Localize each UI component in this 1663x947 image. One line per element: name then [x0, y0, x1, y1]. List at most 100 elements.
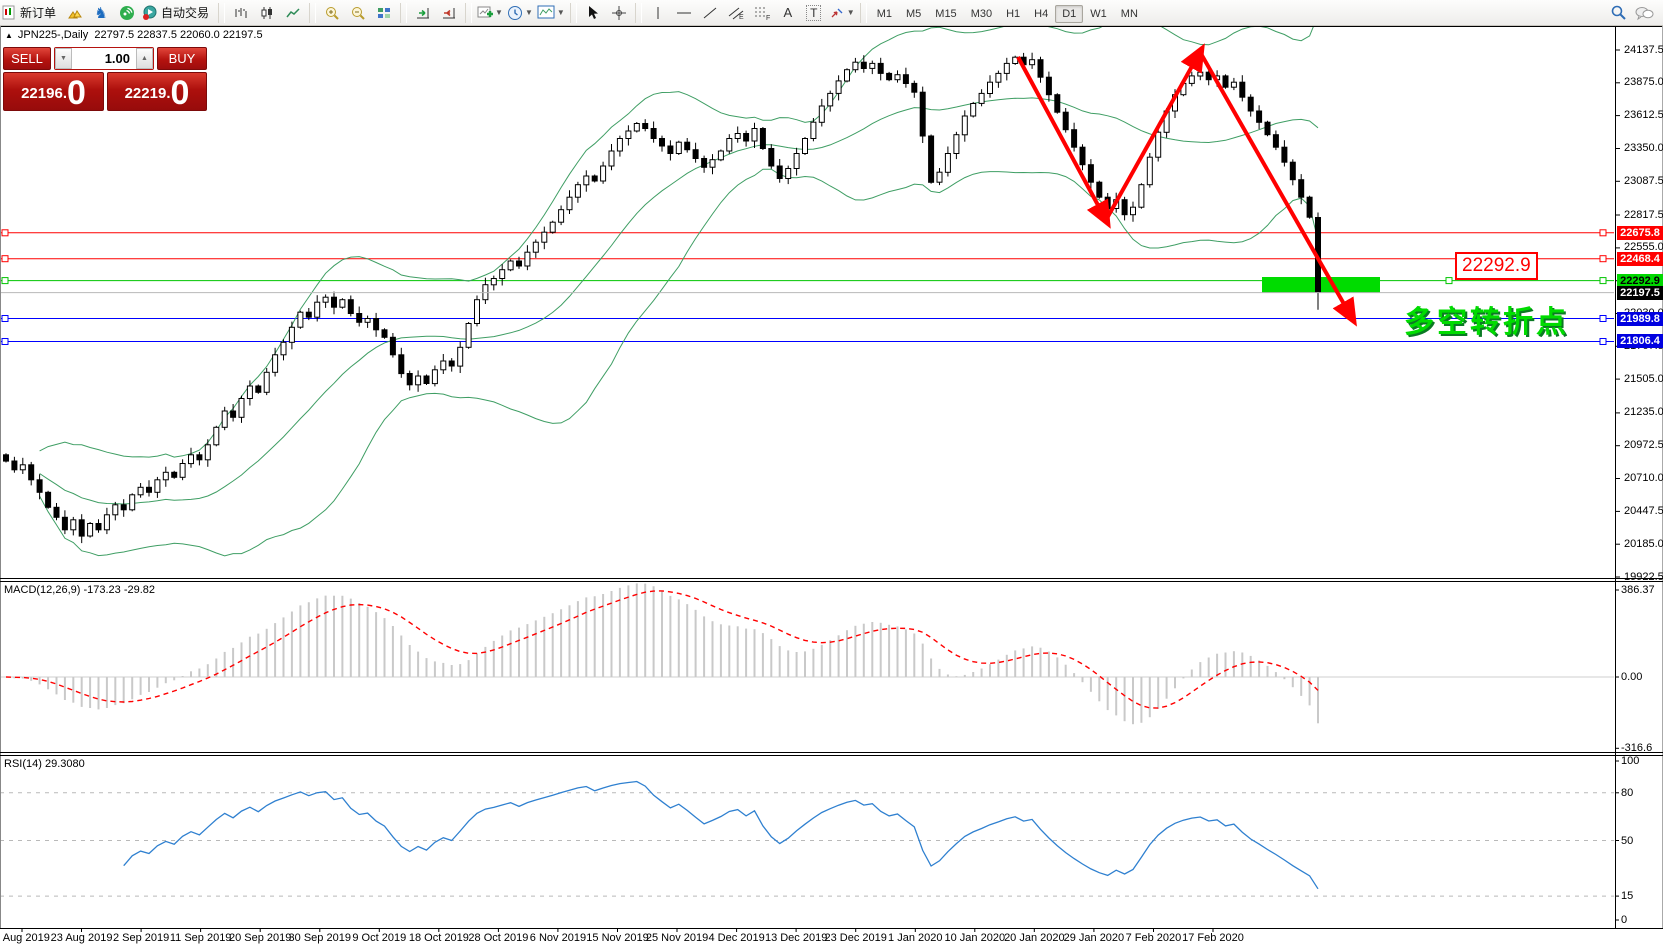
equidistant-channel-button[interactable]: E	[723, 3, 749, 23]
community-chat-button[interactable]	[1631, 3, 1657, 23]
volume-increase-button[interactable]: ▲	[136, 48, 153, 69]
chart-area[interactable]: ▲JPN225-,Daily 22797.5 22837.5 22060.0 2…	[0, 26, 1663, 947]
timeframe-h1[interactable]: H1	[999, 5, 1027, 23]
line-handle[interactable]	[1600, 278, 1606, 284]
rsi-indicator-label: RSI(14) 29.3080	[4, 758, 85, 770]
time-axis-label: 29 Jan 2020	[1064, 932, 1125, 944]
timeframe-m30[interactable]: M30	[964, 5, 999, 23]
price-axis-tick: 24137.5	[1624, 44, 1663, 56]
chart-shift-icon	[441, 6, 457, 20]
new-order-button[interactable]: 新订单	[0, 3, 62, 23]
timeframe-m15[interactable]: M15	[928, 5, 963, 23]
text-label-icon: T	[806, 5, 821, 21]
bid-price-button[interactable]: 22196.0	[3, 72, 104, 111]
line-handle[interactable]	[1600, 316, 1606, 322]
ohlc-values: 22797.5 22837.5 22060.0 22197.5	[94, 29, 262, 41]
line-handle[interactable]	[1600, 339, 1606, 345]
svg-text:F: F	[766, 15, 770, 20]
svg-text:E: E	[739, 14, 744, 20]
price-axis-tick: 23875.0	[1624, 76, 1663, 88]
horizontal-line-icon	[676, 6, 692, 20]
autotrading-icon	[142, 5, 158, 21]
bar-chart-button[interactable]	[228, 3, 254, 23]
timeframe-m5[interactable]: M5	[899, 5, 928, 23]
fibonacci-button[interactable]: F	[749, 3, 775, 23]
auto-scroll-button[interactable]	[410, 3, 436, 23]
time-axis-label: 6 Nov 2019	[530, 932, 586, 944]
market-depth-button[interactable]	[62, 3, 88, 23]
toolbar-separator	[400, 3, 407, 23]
line-chart-button[interactable]	[280, 3, 306, 23]
line-handle[interactable]	[1600, 230, 1606, 236]
line-handle[interactable]	[1446, 278, 1452, 284]
cursor-button[interactable]	[580, 3, 606, 23]
zoom-out-button[interactable]	[345, 3, 371, 23]
vertical-line-button[interactable]	[645, 3, 671, 23]
tile-windows-button[interactable]	[371, 3, 397, 23]
price-axis-tick: 20972.5	[1624, 439, 1663, 451]
buy-button[interactable]: BUY	[157, 47, 207, 70]
collapse-panel-icon[interactable]: ▲	[5, 31, 13, 40]
line-handle[interactable]	[2, 316, 8, 322]
timeframe-m1[interactable]: M1	[870, 5, 899, 23]
trendline-button[interactable]	[697, 3, 723, 23]
time-axis-label: 7 Feb 2020	[1126, 932, 1182, 944]
sell-button[interactable]: SELL	[3, 47, 51, 70]
line-handle[interactable]	[2, 339, 8, 345]
new-chart-icon	[477, 5, 493, 20]
clock-icon	[507, 5, 523, 21]
new-order-label: 新订单	[20, 4, 56, 21]
timeframe-d1[interactable]: D1	[1055, 5, 1083, 23]
dropdown-arrow-icon: ▼	[847, 8, 855, 17]
support-price-annotation[interactable]: 22292.9	[1455, 252, 1538, 280]
macd-indicator-label: MACD(12,26,9) -173.23 -29.82	[4, 584, 155, 596]
line-handle[interactable]	[1600, 256, 1606, 262]
dropdown-arrow-icon: ▼	[525, 8, 533, 17]
autotrading-button[interactable]: 自动交易	[140, 3, 215, 23]
time-axis-label: 18 Oct 2019	[409, 932, 469, 944]
ask-price-button[interactable]: 22219.0	[107, 72, 207, 111]
candlestick-icon	[259, 6, 275, 20]
time-axis-label: 25 Nov 2019	[646, 932, 708, 944]
horizontal-line-button[interactable]	[671, 3, 697, 23]
periodicity-button[interactable]: ▼	[505, 3, 535, 23]
time-axis-label: 10 Jan 2020	[945, 932, 1006, 944]
bid-big-digit: 0	[67, 77, 86, 109]
crosshair-button[interactable]	[606, 3, 632, 23]
candlestick-chart-button[interactable]	[254, 3, 280, 23]
timeframe-h4[interactable]: H4	[1027, 5, 1055, 23]
current-price-label: 22197.5	[1617, 286, 1663, 300]
autotrading-label: 自动交易	[161, 4, 209, 21]
arrow-objects-button[interactable]: ▼	[827, 3, 857, 23]
signals-button[interactable]	[114, 3, 140, 23]
timeframe-w1[interactable]: W1	[1083, 5, 1114, 23]
crosshair-icon	[611, 5, 627, 21]
zoom-in-button[interactable]	[319, 3, 345, 23]
line-handle[interactable]	[2, 278, 8, 284]
mql5-community-button[interactable]: ♞	[88, 3, 114, 23]
text-label-button[interactable]: T	[801, 3, 827, 23]
gold-icon	[67, 6, 83, 20]
volume-input[interactable]: 1.00	[72, 48, 136, 69]
time-axis-label: 11 Sep 2019	[170, 932, 232, 944]
volume-decrease-button[interactable]: ▼	[55, 48, 72, 69]
chart-shift-button[interactable]	[436, 3, 462, 23]
search-button[interactable]	[1605, 3, 1631, 23]
price-axis-tick: 20447.5	[1624, 505, 1663, 517]
time-axis-label: 2 Sep 2019	[113, 932, 169, 944]
turning-point-annotation[interactable]: 多空转折点	[1404, 297, 1569, 341]
macd-axis-tick: 0.00	[1621, 671, 1642, 683]
line-handle[interactable]	[2, 256, 8, 262]
chat-bubbles-icon	[1634, 5, 1654, 21]
time-axis-label: 4 Dec 2019	[708, 932, 764, 944]
text-tool-button[interactable]: A	[775, 3, 801, 23]
bar-chart-icon	[233, 6, 249, 20]
new-chart-button[interactable]: ▼	[475, 3, 505, 23]
templates-button[interactable]: ▼	[535, 3, 567, 23]
dropdown-arrow-icon: ▼	[557, 8, 565, 17]
bid-main-digits: 22196	[21, 79, 63, 109]
line-handle[interactable]	[2, 230, 8, 236]
time-axis-label: 4 Aug 2019	[0, 932, 50, 944]
timeframe-mn[interactable]: MN	[1114, 5, 1145, 23]
cursor-icon	[586, 5, 600, 20]
